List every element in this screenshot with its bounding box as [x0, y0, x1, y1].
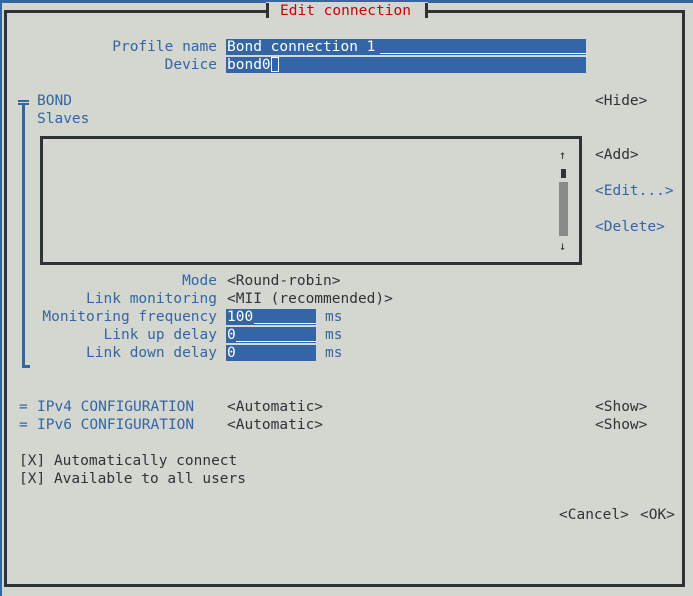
ipv4-method-select[interactable]: <Automatic>: [227, 398, 323, 416]
all-users-box: [X]: [19, 471, 46, 487]
ipv4-collapsed-icon: =: [19, 399, 28, 415]
link-monitoring-select[interactable]: <MII (recommended)>: [227, 290, 393, 308]
device-input[interactable]: bond0: [226, 57, 586, 73]
link-up-delay-label: Link up delay: [103, 327, 218, 343]
ipv6-method-select[interactable]: <Automatic>: [227, 416, 323, 434]
left-accent-bar: [0, 0, 2, 596]
bond-section-label: BOND: [37, 93, 72, 109]
bond-hide-button[interactable]: <Hide>: [595, 92, 647, 110]
ipv6-show-button[interactable]: <Show>: [595, 416, 647, 434]
link-up-delay-input[interactable]: 0: [226, 327, 316, 343]
title-right-tick: [425, 3, 428, 18]
auto-connect-label: Automatically connect: [53, 453, 238, 469]
delete-slave-button[interactable]: <Delete>: [595, 218, 665, 236]
auto-connect-checkbox[interactable]: [X] Automatically connect: [19, 452, 237, 470]
scrollbar-thumb[interactable]: [561, 169, 566, 178]
profile-name-label: Profile name: [112, 39, 217, 55]
auto-connect-box: [X]: [19, 453, 46, 469]
edit-slave-button[interactable]: <Edit...>: [595, 182, 674, 200]
bond-tree-cap: [18, 100, 29, 102]
profile-name-value: Bond connection 1: [227, 39, 376, 55]
ok-button[interactable]: <OK>: [640, 506, 675, 524]
mode-label: Mode: [182, 273, 217, 289]
dialog-title: Edit connection: [280, 3, 411, 19]
ipv4-show-button[interactable]: <Show>: [595, 398, 647, 416]
link-down-delay-unit: ms: [325, 345, 343, 361]
bond-tree-line: [22, 104, 25, 367]
scroll-up-arrow-icon[interactable]: ↑: [559, 146, 566, 164]
bond-tree-foot: [22, 365, 30, 368]
monitoring-frequency-label: Monitoring frequency: [42, 309, 217, 325]
scroll-down-arrow-icon[interactable]: ↓: [559, 237, 566, 255]
scrollbar-track[interactable]: [559, 182, 568, 236]
monitoring-frequency-input[interactable]: 100: [226, 309, 316, 325]
slaves-label: Slaves: [37, 111, 90, 127]
mode-select[interactable]: <Round-robin>: [227, 272, 341, 290]
title-left-tick: [266, 3, 269, 18]
link-up-delay-unit: ms: [325, 327, 343, 343]
link-down-delay-label: Link down delay: [86, 345, 217, 361]
link-up-delay-underline: [236, 341, 316, 342]
link-up-delay-value: 0: [227, 327, 236, 343]
ipv4-section-label: IPv4 CONFIGURATION: [37, 399, 195, 415]
ipv6-collapsed-icon: =: [19, 417, 28, 433]
link-monitoring-label: Link monitoring: [86, 291, 217, 307]
device-value: bond0: [227, 57, 271, 73]
monitoring-frequency-value: 100: [227, 309, 254, 325]
add-slave-button[interactable]: <Add>: [595, 146, 639, 164]
slaves-list[interactable]: [40, 136, 582, 265]
device-label: Device: [164, 57, 217, 73]
monitoring-frequency-underline: [254, 323, 316, 324]
profile-name-underline: [380, 53, 586, 54]
cancel-button[interactable]: <Cancel>: [559, 506, 629, 524]
link-down-delay-value: 0: [227, 345, 236, 361]
link-down-delay-input[interactable]: 0: [226, 345, 316, 361]
all-users-label: Available to all users: [53, 471, 246, 487]
monitoring-frequency-unit: ms: [325, 309, 343, 325]
ipv6-section-label: IPv6 CONFIGURATION: [37, 417, 195, 433]
profile-name-input[interactable]: Bond connection 1: [226, 39, 586, 55]
text-cursor: [270, 57, 279, 72]
all-users-checkbox[interactable]: [X] Available to all users: [19, 470, 246, 488]
